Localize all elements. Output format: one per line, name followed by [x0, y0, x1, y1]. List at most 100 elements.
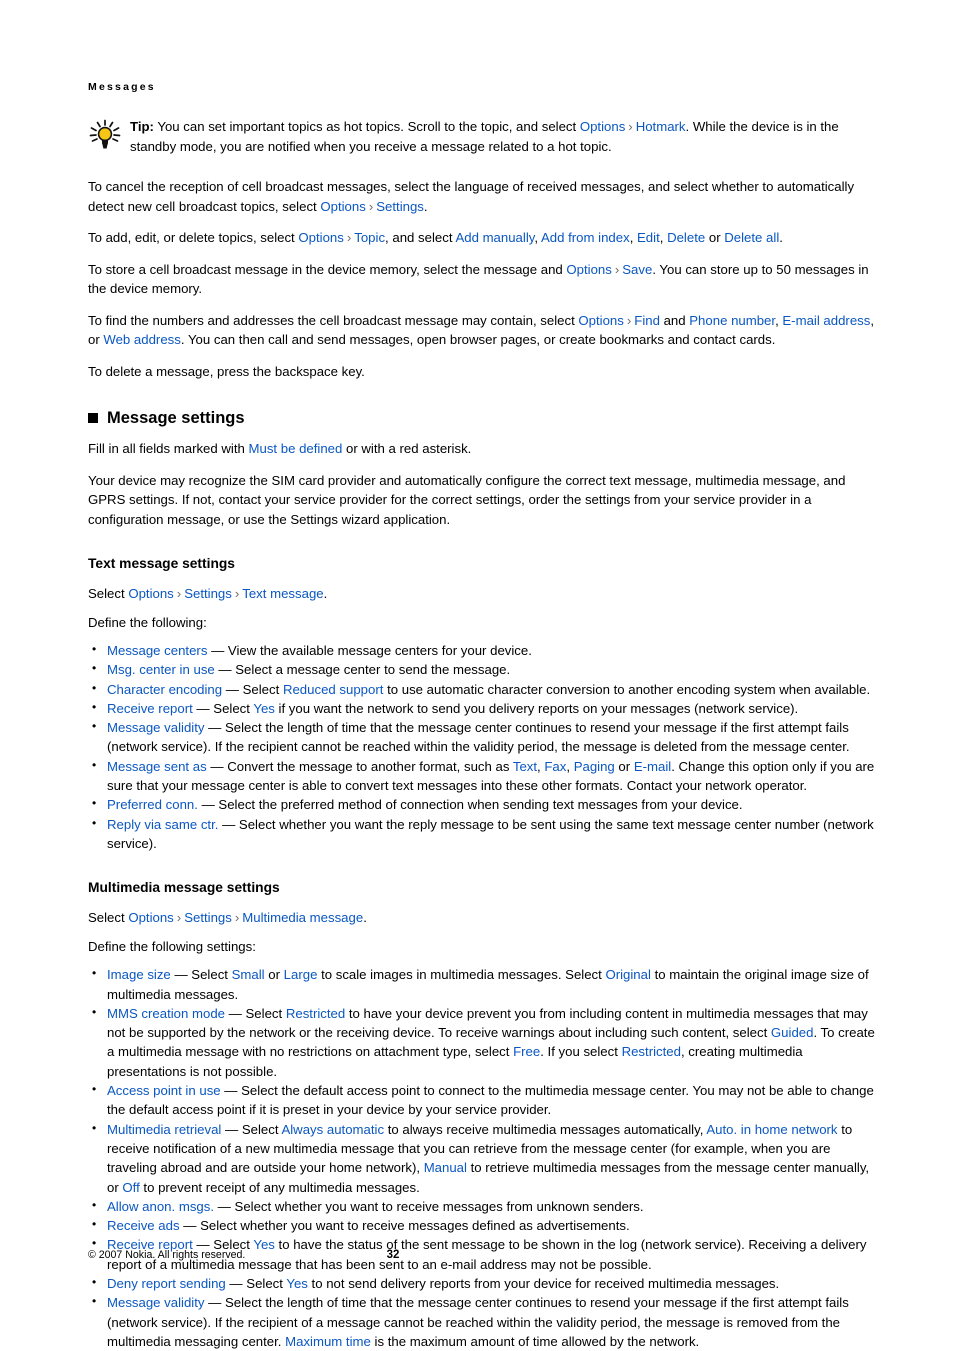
document-page: Messages Tip: You can set important topi…	[88, 0, 878, 1350]
setting-value-link[interactable]: Maximum time	[285, 1334, 371, 1349]
link-phone-number[interactable]: Phone number	[689, 313, 775, 328]
setting-value-link[interactable]: Free	[513, 1044, 540, 1059]
link-delete-all[interactable]: Delete all	[724, 230, 779, 245]
link-settings[interactable]: Settings	[184, 586, 232, 601]
setting-term[interactable]: Reply via same ctr.	[107, 817, 218, 832]
p3-text-a: To store a cell broadcast message in the…	[88, 261, 567, 277]
link-add-manually[interactable]: Add manually	[455, 230, 534, 245]
setting-term[interactable]: Receive report	[107, 701, 193, 716]
setting-value-link[interactable]: Off	[122, 1180, 139, 1195]
lightbulb-icon	[88, 117, 130, 156]
setting-value-link[interactable]: Small	[232, 967, 265, 982]
setting-term[interactable]: Message validity	[107, 1295, 204, 1310]
setting-term[interactable]: Access point in use	[107, 1083, 221, 1098]
list-item: MMS creation mode — Select Restricted to…	[88, 1003, 878, 1081]
setting-desc: to scale images in multimedia messages. …	[317, 967, 606, 983]
list-item: Allow anon. msgs. — Select whether you w…	[88, 1196, 878, 1216]
setting-value-link[interactable]: Auto. in home network	[706, 1122, 837, 1137]
link-web-address[interactable]: Web address	[103, 332, 180, 347]
list-item: Image size — Select Small or Large to sc…	[88, 964, 878, 1004]
paragraph-add-edit-delete-topics: To add, edit, or delete topics, select O…	[88, 230, 783, 245]
setting-value-link[interactable]: Restricted	[622, 1044, 681, 1059]
chevron-separator-icon: ›	[368, 198, 374, 214]
setting-desc: — View the available message centers for…	[207, 643, 532, 658]
setting-desc: — Select	[225, 1005, 286, 1021]
setting-term[interactable]: Multimedia retrieval	[107, 1122, 221, 1137]
setting-value-link[interactable]: Restricted	[286, 1006, 345, 1021]
list-item: Receive ads — Select whether you want to…	[88, 1215, 878, 1235]
setting-value-link[interactable]: Text	[513, 759, 537, 774]
setting-term[interactable]: Allow anon. msgs.	[107, 1199, 214, 1214]
setting-value-link[interactable]: Paging	[574, 759, 615, 774]
paragraph-define-following: Define the following:	[88, 614, 207, 630]
setting-desc: — Select	[192, 700, 254, 716]
chevron-separator-icon: ›	[628, 119, 633, 134]
setting-term[interactable]: Message sent as	[107, 759, 207, 774]
setting-term[interactable]: Message centers	[107, 643, 207, 658]
setting-term[interactable]: Message validity	[107, 720, 204, 735]
link-options[interactable]: Options	[578, 313, 623, 328]
link-settings[interactable]: Settings	[376, 199, 424, 214]
setting-value-link[interactable]: E-mail	[634, 759, 671, 774]
p4-text-a: To find the numbers and addresses the ce…	[88, 312, 579, 328]
list-item: Multimedia retrieval — Select Always aut…	[88, 1119, 878, 1197]
list-item: Message sent as — Convert the message to…	[88, 756, 878, 796]
setting-desc: if you want the network to send you deli…	[274, 700, 799, 716]
tip-text: Tip: You can set important topics as hot…	[130, 117, 878, 156]
link-options[interactable]: Options	[320, 199, 365, 214]
link-must-be-defined[interactable]: Must be defined	[249, 441, 343, 456]
setting-desc: to use automatic character conversion to…	[383, 681, 871, 697]
link-text-message[interactable]: Text message	[242, 586, 323, 601]
link-hotmark[interactable]: Hotmark	[636, 119, 686, 134]
setting-desc: — Select	[221, 1121, 282, 1137]
setting-desc: — Select	[170, 967, 232, 983]
link-delete[interactable]: Delete	[667, 230, 705, 245]
setting-desc: — Select	[222, 681, 283, 697]
heading-multimedia-message-settings: Multimedia message settings	[88, 880, 280, 896]
setting-term[interactable]: Msg. center in use	[107, 662, 215, 677]
setting-value-link[interactable]: Manual	[424, 1160, 467, 1175]
setting-desc: — Select the default access point to con…	[107, 1083, 874, 1118]
setting-sep: or	[614, 758, 634, 774]
link-add-from-index[interactable]: Add from index	[541, 230, 630, 245]
setting-sep: ,	[566, 758, 574, 774]
list-item: Receive report — Select Yes if you want …	[88, 698, 878, 718]
link-settings[interactable]: Settings	[184, 910, 232, 925]
link-options[interactable]: Options	[128, 910, 173, 925]
setting-value-link[interactable]: Yes	[286, 1276, 308, 1291]
setting-value-link[interactable]: Original	[605, 967, 650, 982]
chevron-separator-icon: ›	[234, 910, 240, 926]
link-options[interactable]: Options	[128, 586, 173, 601]
setting-value-link[interactable]: Reduced support	[283, 682, 383, 697]
link-options[interactable]: Options	[298, 230, 343, 245]
setting-desc: — Select whether you want the reply mess…	[107, 816, 874, 851]
setting-value-link[interactable]: Guided	[771, 1025, 814, 1040]
setting-value-link[interactable]: Yes	[253, 701, 275, 716]
setting-value-link[interactable]: Always automatic	[281, 1122, 384, 1137]
chevron-separator-icon: ›	[614, 261, 620, 277]
setting-term[interactable]: Preferred conn.	[107, 797, 198, 812]
setting-term[interactable]: Deny report sending	[107, 1276, 226, 1291]
select-prefix: Select	[88, 910, 129, 926]
link-edit[interactable]: Edit	[637, 230, 660, 245]
link-multimedia-message[interactable]: Multimedia message	[242, 910, 363, 925]
setting-value-link[interactable]: Fax	[544, 759, 566, 774]
setting-term[interactable]: Receive ads	[107, 1218, 180, 1233]
link-topic[interactable]: Topic	[354, 230, 385, 245]
setting-term[interactable]: Character encoding	[107, 682, 222, 697]
intro-paragraphs: To cancel the reception of cell broadcas…	[88, 177, 878, 381]
link-options[interactable]: Options	[566, 262, 611, 277]
setting-value-link[interactable]: Large	[284, 967, 318, 982]
link-email-address[interactable]: E-mail address	[782, 313, 870, 328]
setting-desc: to not send delivery reports from your d…	[307, 1276, 780, 1292]
setting-term[interactable]: Image size	[107, 967, 171, 982]
paragraph-device-sim-config: Your device may recognize the SIM card p…	[88, 472, 846, 527]
setting-desc: — Select whether you want to receive mes…	[179, 1218, 630, 1234]
setting-desc: to prevent receipt of any multimedia mes…	[139, 1179, 420, 1195]
link-find[interactable]: Find	[634, 313, 660, 328]
link-save[interactable]: Save	[622, 262, 652, 277]
chevron-separator-icon: ›	[626, 312, 632, 328]
select-suffix: .	[323, 586, 328, 601]
setting-term[interactable]: MMS creation mode	[107, 1006, 225, 1021]
link-options[interactable]: Options	[580, 119, 625, 134]
